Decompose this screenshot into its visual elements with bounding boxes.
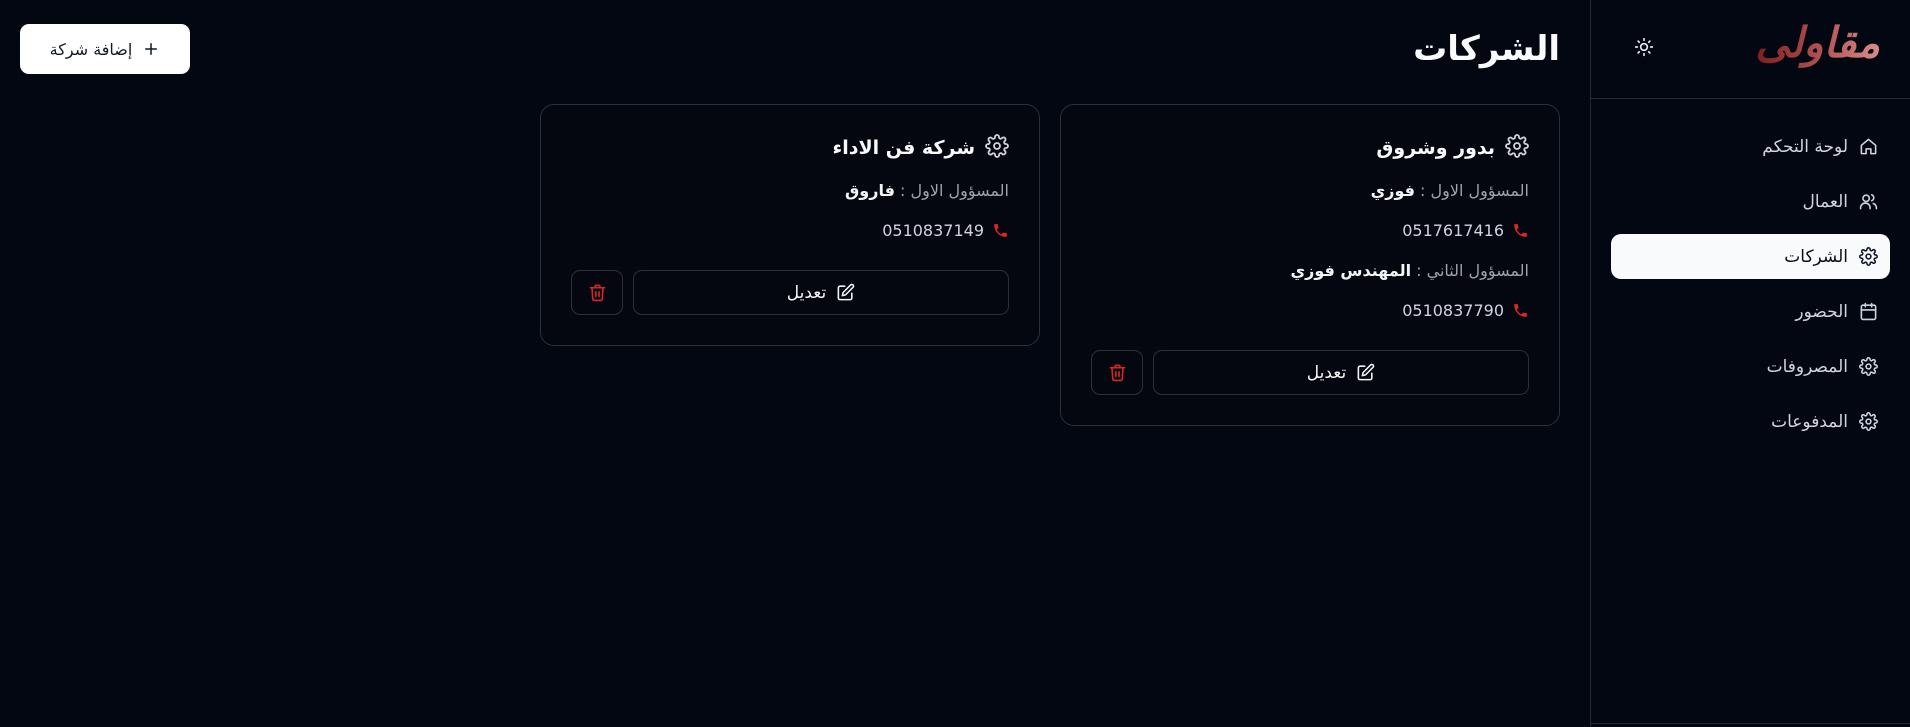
brand-logo[interactable]: مقاولى [1755,16,1880,70]
edit-button[interactable]: تعديل [1153,350,1529,395]
company-name: شركة فن الاداء [832,137,975,159]
card-actions: تعديل [1091,350,1529,395]
gear-icon [1858,247,1878,267]
users-icon [1858,192,1878,212]
sidebar-item-workers[interactable]: العمال [1611,179,1890,224]
company-card-header: بدور وشروق [1091,131,1529,165]
plus-icon [145,43,158,55]
phone-number: 0510837790 [1402,300,1504,320]
sidebar: مقاولى لوحة التحكم العمال الشركات الحضور… [1590,0,1910,727]
primary-phone: 0517617416 [1091,215,1529,245]
sidebar-divider [1590,723,1910,724]
home-icon [1858,137,1878,157]
phone-number: 0517617416 [1402,220,1504,240]
primary-contact-name: فاروق [845,180,895,200]
gear-icon [1505,134,1529,162]
sidebar-item-label: الشركات [1784,246,1848,267]
sidebar-item-label: العمال [1802,191,1848,212]
card-actions: تعديل [571,270,1009,315]
edit-label: تعديل [786,282,827,303]
phone-icon [994,223,1007,237]
sidebar-item-dashboard[interactable]: لوحة التحكم [1611,124,1890,169]
delete-button[interactable] [571,270,623,315]
edit-label: تعديل [1306,362,1347,383]
phone-icon [1514,303,1527,317]
primary-contact: المسؤول الاول : فاروق [571,175,1009,205]
phone-number: 0510837149 [882,220,984,240]
sidebar-nav: لوحة التحكم العمال الشركات الحضور المصرو… [1591,99,1910,444]
sidebar-item-attendance[interactable]: الحضور [1611,289,1890,334]
gear-icon [1858,412,1878,432]
sidebar-header: مقاولى [1591,0,1910,99]
add-company-button[interactable]: إضافة شركة [20,24,190,74]
primary-contact: المسؤول الاول : فوزي [1091,175,1529,205]
trash-icon [589,284,605,302]
sidebar-item-label: المدفوعات [1771,411,1848,432]
primary-phone: 0510837149 [571,215,1009,245]
primary-contact-label: المسؤول الاول : [900,180,1009,200]
page-title: الشركات [1413,29,1560,69]
sun-icon [1634,37,1654,57]
secondary-phone: 0510837790 [1091,295,1529,325]
company-card: بدور وشروق المسؤول الاول : فوزي 05176174… [1060,104,1560,426]
theme-toggle-button[interactable] [1629,32,1659,62]
gear-icon [985,134,1009,162]
company-card-header: شركة فن الاداء [571,131,1009,165]
trash-icon [1109,364,1125,382]
sidebar-item-expenses[interactable]: المصروفات [1611,344,1890,389]
phone-icon [1514,223,1527,237]
calendar-icon [1858,302,1878,322]
secondary-contact-label: المسؤول الثاني : [1416,260,1529,280]
gear-icon [1858,357,1878,377]
company-name: بدور وشروق [1376,137,1495,159]
sidebar-item-label: الحضور [1795,301,1848,322]
sidebar-item-companies[interactable]: الشركات [1611,234,1890,279]
sidebar-item-label: المصروفات [1766,356,1848,377]
secondary-contact-name: المهندس فوزي [1290,260,1412,280]
sidebar-item-payments[interactable]: المدفوعات [1611,399,1890,444]
sidebar-item-label: لوحة التحكم [1762,136,1848,157]
company-card: شركة فن الاداء المسؤول الاول : فاروق 051… [540,104,1040,346]
delete-button[interactable] [1091,350,1143,395]
edit-icon [837,283,855,301]
edit-button[interactable]: تعديل [633,270,1009,315]
secondary-contact: المسؤول الثاني : المهندس فوزي [1091,255,1529,285]
primary-contact-name: فوزي [1370,180,1415,200]
edit-icon [1357,363,1375,381]
add-company-label: إضافة شركة [49,39,133,59]
primary-contact-label: المسؤول الاول : [1420,180,1529,200]
